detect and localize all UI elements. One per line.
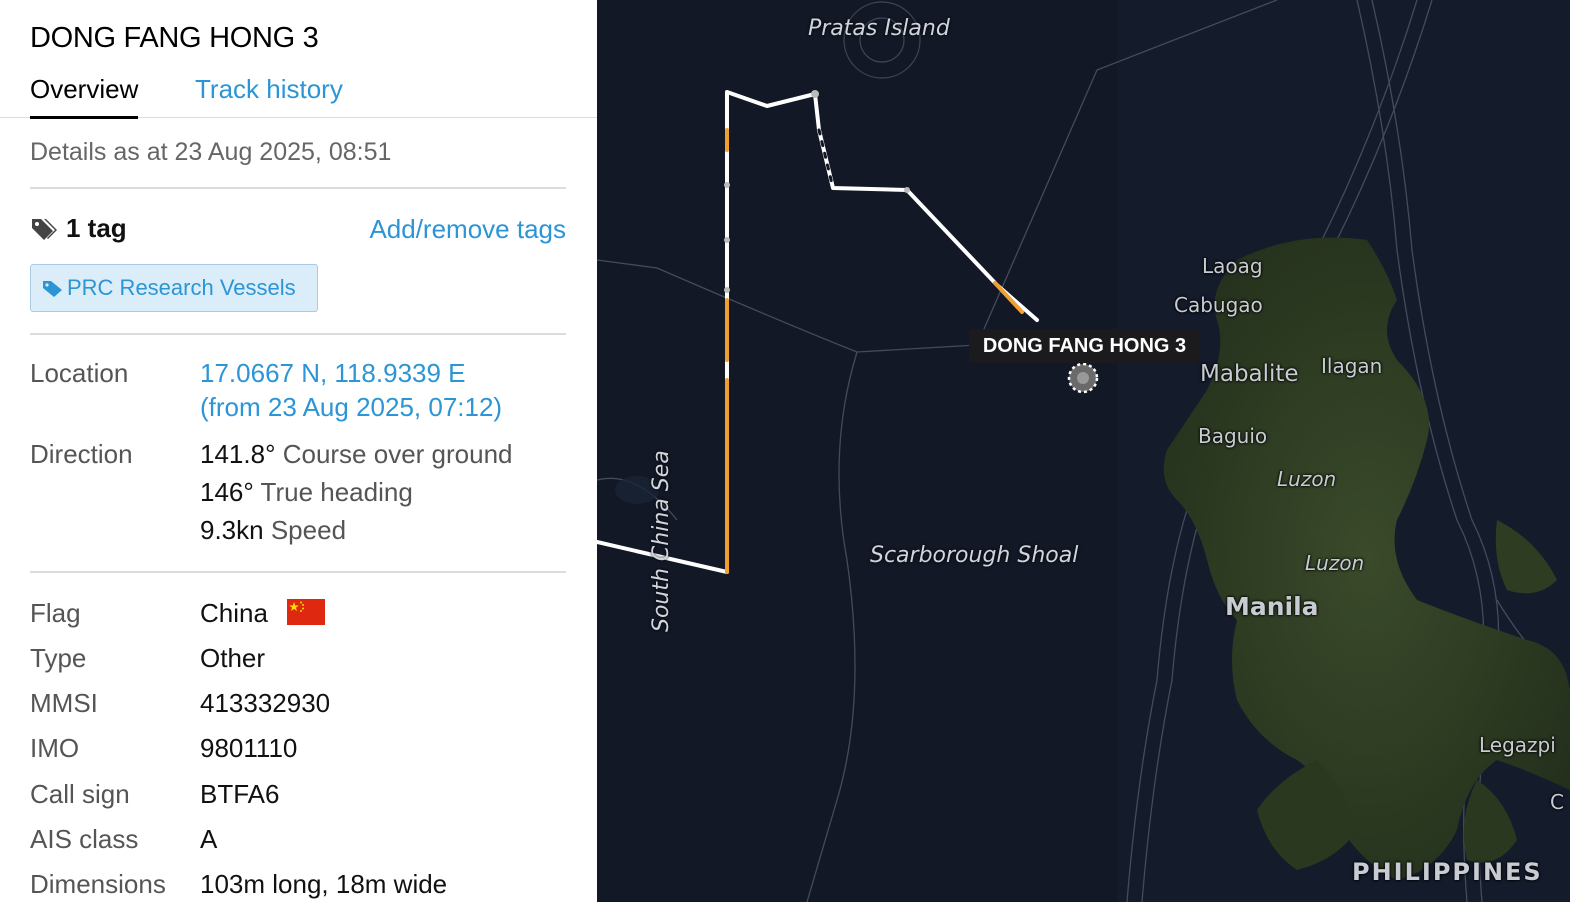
dimensions-value: 103m long, 18m wide [200, 869, 448, 899]
vessel-marker-icon[interactable] [1065, 360, 1101, 396]
divider [30, 571, 566, 573]
map-label-mabalite: Mabalite [1200, 361, 1299, 387]
map-label-luzon-2: Luzon [1305, 551, 1365, 575]
heading-value: 146° [200, 477, 254, 507]
map-label-scarborough-shoal: Scarborough Shoal [870, 543, 1079, 568]
course-value: 141.8° [200, 439, 276, 469]
type-value: Other [200, 643, 266, 673]
tag-chip-label: PRC Research Vessels [67, 275, 296, 300]
map-label-legazpi: Legazpi [1479, 733, 1556, 757]
course-label: Course over ground [282, 439, 513, 469]
vessel-map-label[interactable]: DONG FANG HONG 3 [969, 329, 1200, 363]
type-label: Type [30, 643, 87, 673]
location-coords-link[interactable]: 17.0667 N, 118.9339 E [200, 358, 466, 389]
map-label-ilagan: Ilagan [1321, 354, 1383, 378]
speed-label: Speed [270, 515, 347, 545]
map-label-luzon-1: Luzon [1277, 467, 1337, 491]
ais-class-value: A [200, 824, 218, 854]
map-label-south-china-sea: South China Sea [649, 450, 674, 632]
speed-value: 9.3kn [200, 515, 264, 545]
add-remove-tags-link[interactable]: Add/remove tags [369, 214, 566, 245]
divider [30, 187, 566, 189]
heading-row: 146° True heading [200, 477, 413, 508]
tag-count: 1 tag [66, 213, 127, 243]
map-label-c: C [1550, 790, 1564, 814]
map-label-baguio: Baguio [1198, 424, 1268, 448]
vessel-name-title: DONG FANG HONG 3 [30, 22, 319, 54]
map-label-laoag: Laoag [1202, 254, 1263, 278]
map-label-cabugao: Cabugao [1174, 293, 1263, 317]
flag-label: Flag [30, 598, 81, 628]
details-timestamp: Details as at 23 Aug 2025, 08:51 [30, 138, 392, 166]
callsign-value: BTFA6 [200, 779, 280, 809]
direction-label: Direction [30, 439, 133, 469]
tag-icon [32, 219, 57, 240]
map-label-philippines: PHILIPPINES [1352, 858, 1543, 886]
china-flag-icon [287, 599, 326, 625]
mmsi-value: 413332930 [200, 688, 331, 718]
imo-label: IMO [30, 733, 80, 763]
heading-label: True heading [260, 477, 413, 507]
callsign-label: Call sign [30, 779, 130, 809]
location-label: Location [30, 358, 129, 388]
location-since-link[interactable]: (from 23 Aug 2025, 07:12) [200, 392, 502, 423]
tag-chip-prc-research-vessels[interactable]: PRC Research Vessels [30, 264, 318, 312]
vessel-details-panel: DONG FANG HONG 3 Overview Track history … [0, 0, 597, 902]
flag-row: China [200, 598, 326, 629]
details-tabs: Overview Track history [0, 70, 597, 119]
tab-overview[interactable]: Overview [30, 74, 139, 119]
tags-row: 1 tag Add/remove tags [30, 212, 566, 248]
map-view[interactable]: DONG FANG HONG 3 Pratas Island South Chi… [597, 0, 1570, 902]
map-label-pratas-island: Pratas Island [808, 16, 950, 41]
flag-value: China [200, 598, 268, 628]
tab-track-history[interactable]: Track history [195, 74, 343, 105]
mmsi-label: MMSI [30, 688, 98, 718]
chip-tag-icon [43, 281, 62, 297]
divider [30, 333, 566, 335]
map-label-manila: Manila [1225, 592, 1319, 621]
speed-row: 9.3kn Speed [200, 515, 346, 546]
map-base [597, 0, 1570, 902]
dimensions-label: Dimensions [30, 869, 166, 899]
course-row: 141.8° Course over ground [200, 439, 513, 470]
imo-value: 9801110 [200, 733, 298, 763]
ais-class-label: AIS class [30, 824, 139, 854]
